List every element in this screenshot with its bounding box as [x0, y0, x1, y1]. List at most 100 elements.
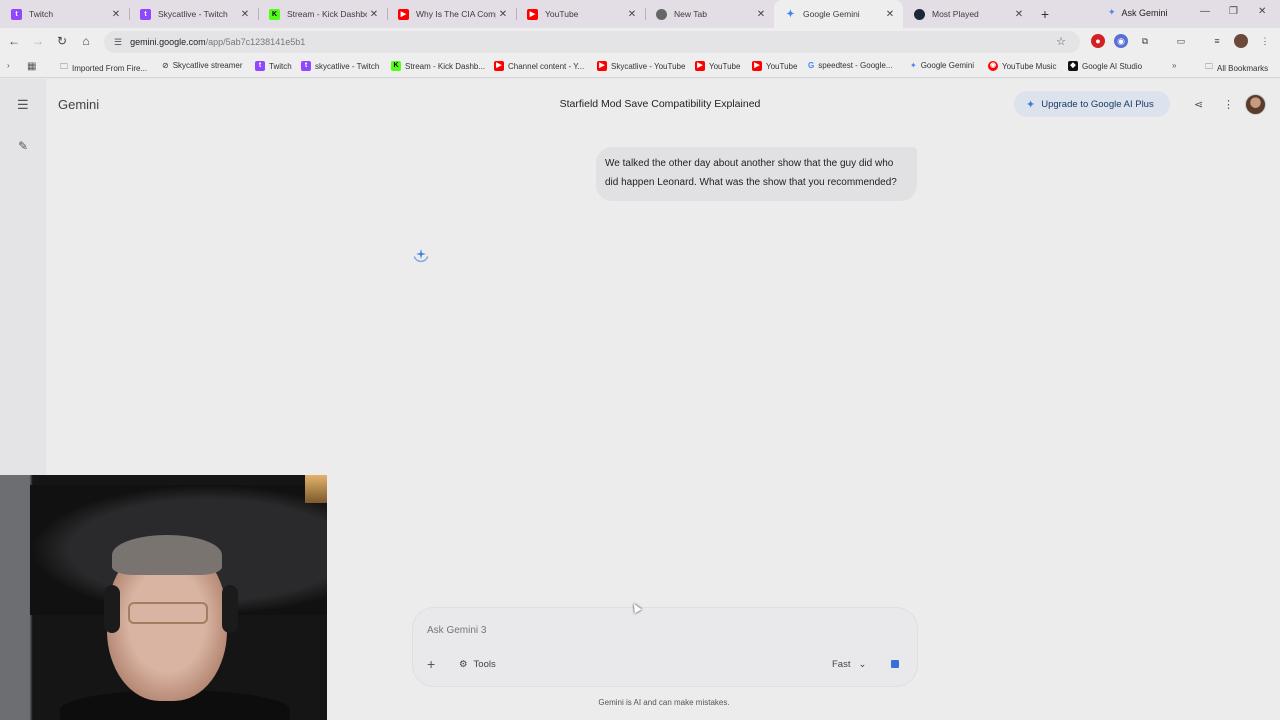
ai-studio-icon: ◆ [1068, 61, 1078, 71]
media-icon[interactable]: ≡ [1210, 34, 1224, 48]
tab-kick-dashboard[interactable]: K Stream - Kick Dashboard ✕ [258, 0, 387, 28]
bookmark-item[interactable]: ▶ Skycatlive - YouTube [597, 61, 685, 71]
all-bookmarks[interactable]: 🗀 All Bookmarks [1205, 61, 1268, 75]
bookmark-item[interactable]: ▶ Channel content - Y... [494, 61, 584, 71]
bookmarks-bar: › ▦ 🗀 Imported From Fire... ⊘ Skycatlive s… [0, 56, 1280, 78]
bookmark-label: YouTube Music [1002, 61, 1057, 71]
headphones-icon [222, 585, 238, 633]
bookmark-label: YouTube [766, 61, 798, 71]
bookmark-label: skycatlive - Twitch [315, 61, 380, 71]
bookmark-label: Channel content - Y... [508, 61, 585, 71]
bookmark-item[interactable]: ◉ YouTube Music [988, 61, 1057, 71]
sliders-icon: ⚙ [459, 659, 468, 670]
close-icon[interactable]: ✕ [238, 9, 252, 20]
overflow-chevron-icon[interactable]: » [1172, 61, 1176, 70]
bookmark-item[interactable]: ⊘ Skycatlive streamer [162, 61, 243, 70]
ask-gemini-button[interactable]: ✦ Ask Gemini [1108, 7, 1168, 18]
url-host: gemini.google.com [130, 37, 206, 47]
apps-grid-icon[interactable]: ▦ [27, 61, 36, 72]
tab-google-gemini[interactable]: ✦ Google Gemini ✕ [774, 0, 903, 28]
bookmark-item[interactable]: ◆ Google AI Studio [1068, 61, 1142, 71]
chevron-down-icon: ⌄ [858, 659, 867, 670]
close-icon[interactable]: ✕ [625, 9, 639, 20]
bookmark-label: Skycatlive - YouTube [611, 61, 686, 71]
menu-icon[interactable]: ☰ [17, 97, 29, 113]
new-chat-icon[interactable]: ✎ [18, 139, 28, 153]
all-bookmarks-label: All Bookmarks [1217, 63, 1269, 73]
bookmark-label: Twitch [269, 61, 292, 71]
new-tab-button[interactable]: + [1032, 6, 1058, 22]
bookmark-label: Stream - Kick Dashb... [405, 61, 486, 71]
bookmark-item[interactable]: ✦ Google Gemini [910, 61, 974, 70]
restore-icon[interactable]: ❐ [1229, 6, 1238, 17]
kick-icon: K [391, 61, 401, 71]
extension-icon[interactable]: ● [1091, 34, 1105, 48]
youtube-icon: ▶ [752, 61, 762, 71]
stop-icon[interactable] [891, 660, 899, 668]
address-bar[interactable]: ☰ gemini.google.com/app/5ab7c1238141e5b1… [104, 31, 1080, 53]
share-icon[interactable]: ⋖ [1194, 98, 1203, 111]
webcam-overlay [0, 475, 327, 720]
close-icon[interactable]: ✕ [367, 9, 381, 20]
account-avatar[interactable] [1245, 94, 1266, 115]
folder-icon: 🗀 [1205, 62, 1213, 71]
youtube-icon: ▶ [398, 8, 409, 20]
twitch-icon: t [255, 61, 265, 71]
twitch-icon: t [301, 61, 311, 71]
chevron-icon[interactable]: › [7, 61, 10, 70]
back-icon[interactable]: ← [6, 34, 22, 48]
steam-icon [914, 8, 925, 20]
bookmark-item[interactable]: ▶ YouTube [695, 61, 740, 71]
bookmark-item[interactable]: ▶ YouTube [752, 61, 797, 71]
link-icon: ⊘ [162, 61, 169, 70]
bookmark-item[interactable]: t skycatlive - Twitch [301, 61, 379, 71]
bookmark-item[interactable]: 🗀 Imported From Fire... [60, 61, 147, 75]
google-icon: G [808, 61, 815, 70]
tab-most-played[interactable]: Most Played ✕ [903, 0, 1032, 28]
prompt-input[interactable] [427, 620, 867, 640]
tab-new-tab[interactable]: New Tab ✕ [645, 0, 774, 28]
tab-youtube-video[interactable]: ▶ Why Is The CIA Compr... ✕ [387, 0, 516, 28]
upgrade-button[interactable]: ✦ Upgrade to Google AI Plus [1014, 91, 1170, 117]
tab-title: New Tab [674, 9, 707, 19]
youtube-icon: ▶ [695, 61, 705, 71]
tab-skycatlive-twitch[interactable]: t Skycatlive - Twitch ✕ [129, 0, 258, 28]
forward-icon[interactable]: → [30, 34, 46, 48]
bookmark-item[interactable]: Gspeedtest - Google... [808, 61, 893, 70]
loading-spinner-icon [413, 249, 429, 263]
close-icon[interactable]: ✕ [496, 9, 510, 20]
tools-button[interactable]: ⚙ Tools [459, 659, 496, 670]
hair [112, 535, 222, 575]
model-mode-picker[interactable]: Fast ⌄ [832, 659, 866, 670]
home-icon[interactable]: ⌂ [78, 34, 94, 48]
close-icon[interactable]: ✕ [754, 9, 768, 20]
more-options-icon[interactable]: ⋮ [1223, 98, 1234, 111]
folder-icon: 🗀 [60, 62, 68, 71]
profile-avatar[interactable] [1234, 34, 1248, 48]
puzzle-icon[interactable]: ⧉ [1138, 34, 1152, 48]
gemini-brand[interactable]: Gemini [58, 97, 99, 112]
tools-label: Tools [473, 659, 496, 670]
close-icon[interactable]: ✕ [109, 9, 123, 20]
add-attachment-icon[interactable]: + [427, 656, 435, 672]
close-window-icon[interactable]: ✕ [1258, 6, 1266, 17]
bookmark-star-icon[interactable]: ☆ [1056, 35, 1066, 48]
more-menu-icon[interactable]: ⋮ [1258, 34, 1272, 48]
gemini-icon: ✦ [910, 61, 917, 70]
site-info-icon[interactable]: ☰ [114, 37, 122, 48]
tab-twitch[interactable]: t Twitch ✕ [0, 0, 129, 28]
tab-title: Stream - Kick Dashboard [287, 9, 367, 19]
extension-icon[interactable]: ◉ [1114, 34, 1128, 48]
twitch-icon: t [11, 8, 22, 20]
bookmark-item[interactable]: t Twitch [255, 61, 292, 71]
tab-search-icon[interactable]: ▭ [1174, 34, 1188, 48]
close-icon[interactable]: ✕ [1012, 9, 1026, 20]
close-icon[interactable]: ✕ [883, 9, 897, 20]
tab-title: YouTube [545, 9, 579, 19]
twitch-icon: t [140, 8, 151, 20]
bookmark-item[interactable]: K Stream - Kick Dashb... [391, 61, 485, 71]
bookmark-label: YouTube [709, 61, 741, 71]
tab-youtube[interactable]: ▶ YouTube ✕ [516, 0, 645, 28]
minimize-icon[interactable]: — [1200, 6, 1210, 17]
reload-icon[interactable]: ↻ [54, 34, 70, 48]
